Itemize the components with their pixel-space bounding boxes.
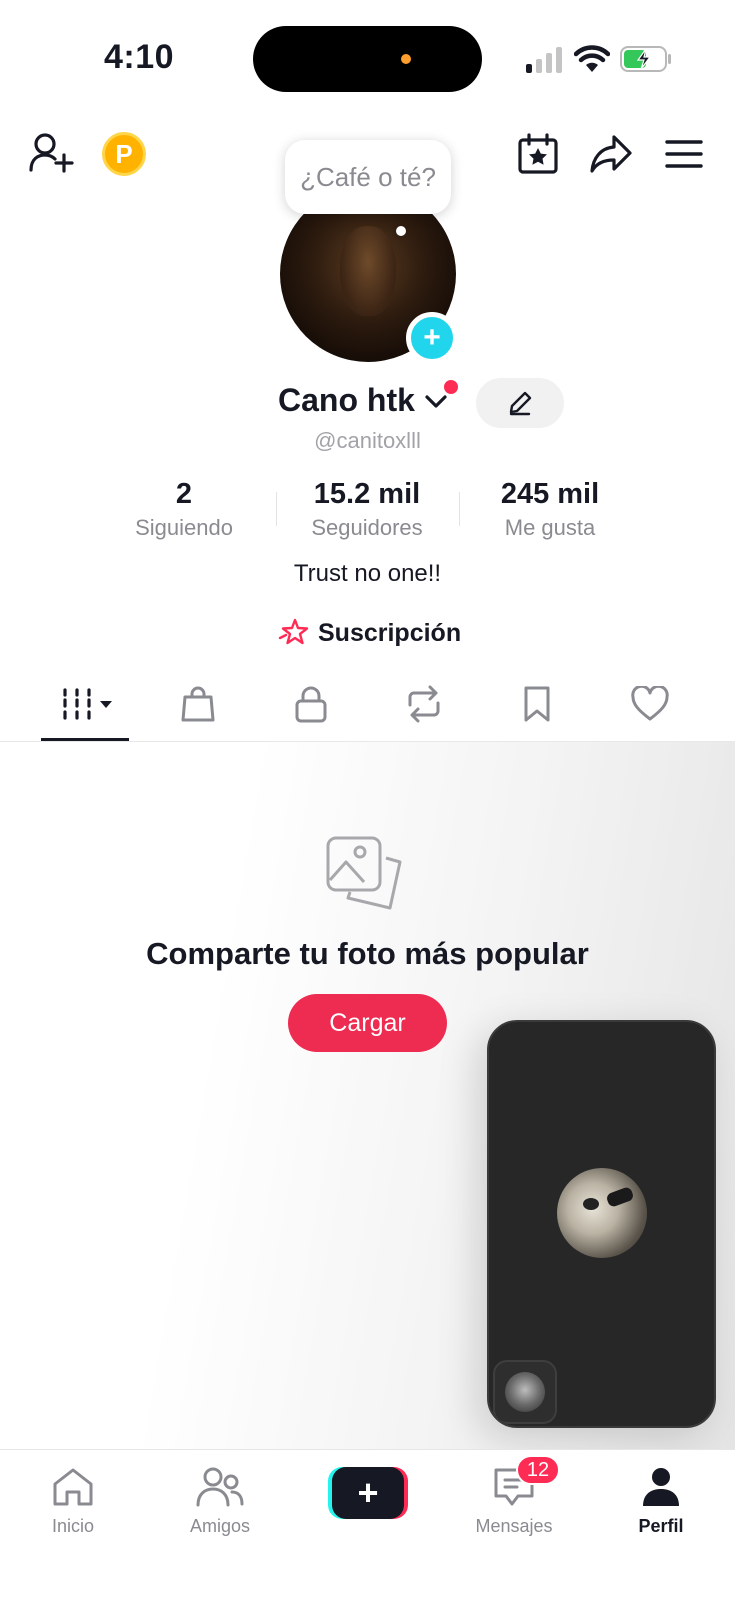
- recording-indicator: [401, 54, 411, 64]
- add-friend-button[interactable]: [26, 128, 76, 178]
- profile-note-bubble[interactable]: ¿Café o té?: [285, 140, 451, 214]
- bookmark-icon: [524, 686, 550, 722]
- username: @canitoxlll: [314, 428, 421, 453]
- edit-profile-button[interactable]: [476, 378, 564, 428]
- plus-icon: +: [423, 321, 441, 354]
- profile-bio: Trust no one!!: [293, 560, 442, 587]
- floating-mini-player[interactable]: [487, 1020, 716, 1428]
- photos-icon: [326, 836, 402, 910]
- followers-count: 15.2 mil: [313, 478, 421, 510]
- status-bar: 4:10: [0, 0, 735, 110]
- subscription-button[interactable]: Suscripción: [278, 616, 461, 650]
- share-arrow-icon: [590, 135, 632, 173]
- notification-dot: [444, 380, 458, 394]
- repost-icon: [408, 685, 440, 723]
- coins-button[interactable]: P: [102, 132, 146, 176]
- events-button[interactable]: [514, 130, 562, 178]
- stat-following[interactable]: 2 Siguiendo: [94, 478, 274, 541]
- profile-stats: 2 Siguiendo 15.2 mil Seguidores 245 mil …: [0, 478, 735, 548]
- bubble-tail: [396, 226, 406, 236]
- tab-shop[interactable]: [168, 680, 228, 728]
- create-button[interactable]: +: [328, 1467, 408, 1519]
- subscription-label: Suscripción: [318, 618, 462, 647]
- nav-profile-label: Perfil: [638, 1516, 684, 1536]
- following-count: 2: [175, 478, 193, 510]
- mini-player-avatar: [557, 1168, 647, 1258]
- plus-icon: +: [332, 1467, 404, 1519]
- name-row: Cano htk: [0, 378, 735, 428]
- heart-icon: [631, 686, 669, 721]
- star-subscription-icon: [278, 618, 309, 645]
- friends-icon: [196, 1467, 244, 1507]
- battery-charging-icon: [620, 46, 671, 72]
- chevron-down-icon[interactable]: [424, 392, 448, 412]
- stat-followers[interactable]: 15.2 mil Seguidores: [277, 478, 457, 541]
- grid-icon: [63, 688, 112, 720]
- following-label: Siguiendo: [135, 515, 233, 540]
- nav-friends[interactable]: Amigos: [160, 1460, 280, 1537]
- add-story-button[interactable]: +: [406, 312, 458, 364]
- empty-state-title: Comparte tu foto más popular: [146, 936, 589, 971]
- home-icon: [53, 1468, 93, 1506]
- calendar-star-icon: [518, 133, 558, 174]
- display-name[interactable]: Cano htk: [278, 382, 415, 419]
- profile-tabs: [0, 670, 735, 742]
- mini-player-self-view[interactable]: [493, 1360, 557, 1424]
- nav-inbox-label: Mensajes: [475, 1516, 553, 1536]
- followers-label: Seguidores: [311, 515, 423, 540]
- pencil-icon: [509, 391, 532, 416]
- tab-videos[interactable]: [52, 680, 122, 728]
- add-user-icon: [29, 133, 74, 173]
- inbox-badge: 12: [516, 1455, 560, 1485]
- tab-saved[interactable]: [507, 680, 567, 728]
- dynamic-island: [253, 26, 482, 92]
- tab-liked[interactable]: [620, 680, 680, 728]
- status-time: 4:10: [104, 38, 175, 76]
- likes-count: 245 mil: [500, 478, 600, 510]
- profile-note-text: ¿Café o té?: [300, 161, 436, 192]
- active-tab-indicator: [41, 738, 129, 741]
- cellular-signal-icon: [526, 47, 562, 73]
- upload-button[interactable]: Cargar: [288, 994, 447, 1052]
- coin-icon: P: [115, 138, 133, 169]
- avatar-face: [340, 226, 396, 316]
- nav-home[interactable]: Inicio: [13, 1460, 133, 1537]
- lock-icon: [295, 686, 327, 723]
- likes-label: Me gusta: [504, 515, 596, 540]
- nav-friends-label: Amigos: [189, 1516, 251, 1536]
- tab-reposts[interactable]: [394, 680, 454, 728]
- tab-private[interactable]: [281, 680, 341, 728]
- menu-button[interactable]: [660, 132, 708, 176]
- share-profile-button[interactable]: [586, 130, 636, 178]
- avatar-detail: [583, 1198, 599, 1210]
- avatar-detail: [605, 1185, 635, 1209]
- stat-likes[interactable]: 245 mil Me gusta: [460, 478, 640, 541]
- bottom-navigation: Inicio Amigos + Mensajes 12 Perfil: [0, 1449, 735, 1600]
- wifi-icon: [574, 45, 610, 72]
- hamburger-menu-icon: [665, 140, 703, 168]
- self-view-avatar: [505, 1372, 545, 1412]
- nav-profile[interactable]: Perfil: [601, 1460, 721, 1537]
- profile-icon: [643, 1468, 679, 1506]
- shopping-bag-icon: [181, 686, 215, 722]
- nav-home-label: Inicio: [51, 1516, 95, 1536]
